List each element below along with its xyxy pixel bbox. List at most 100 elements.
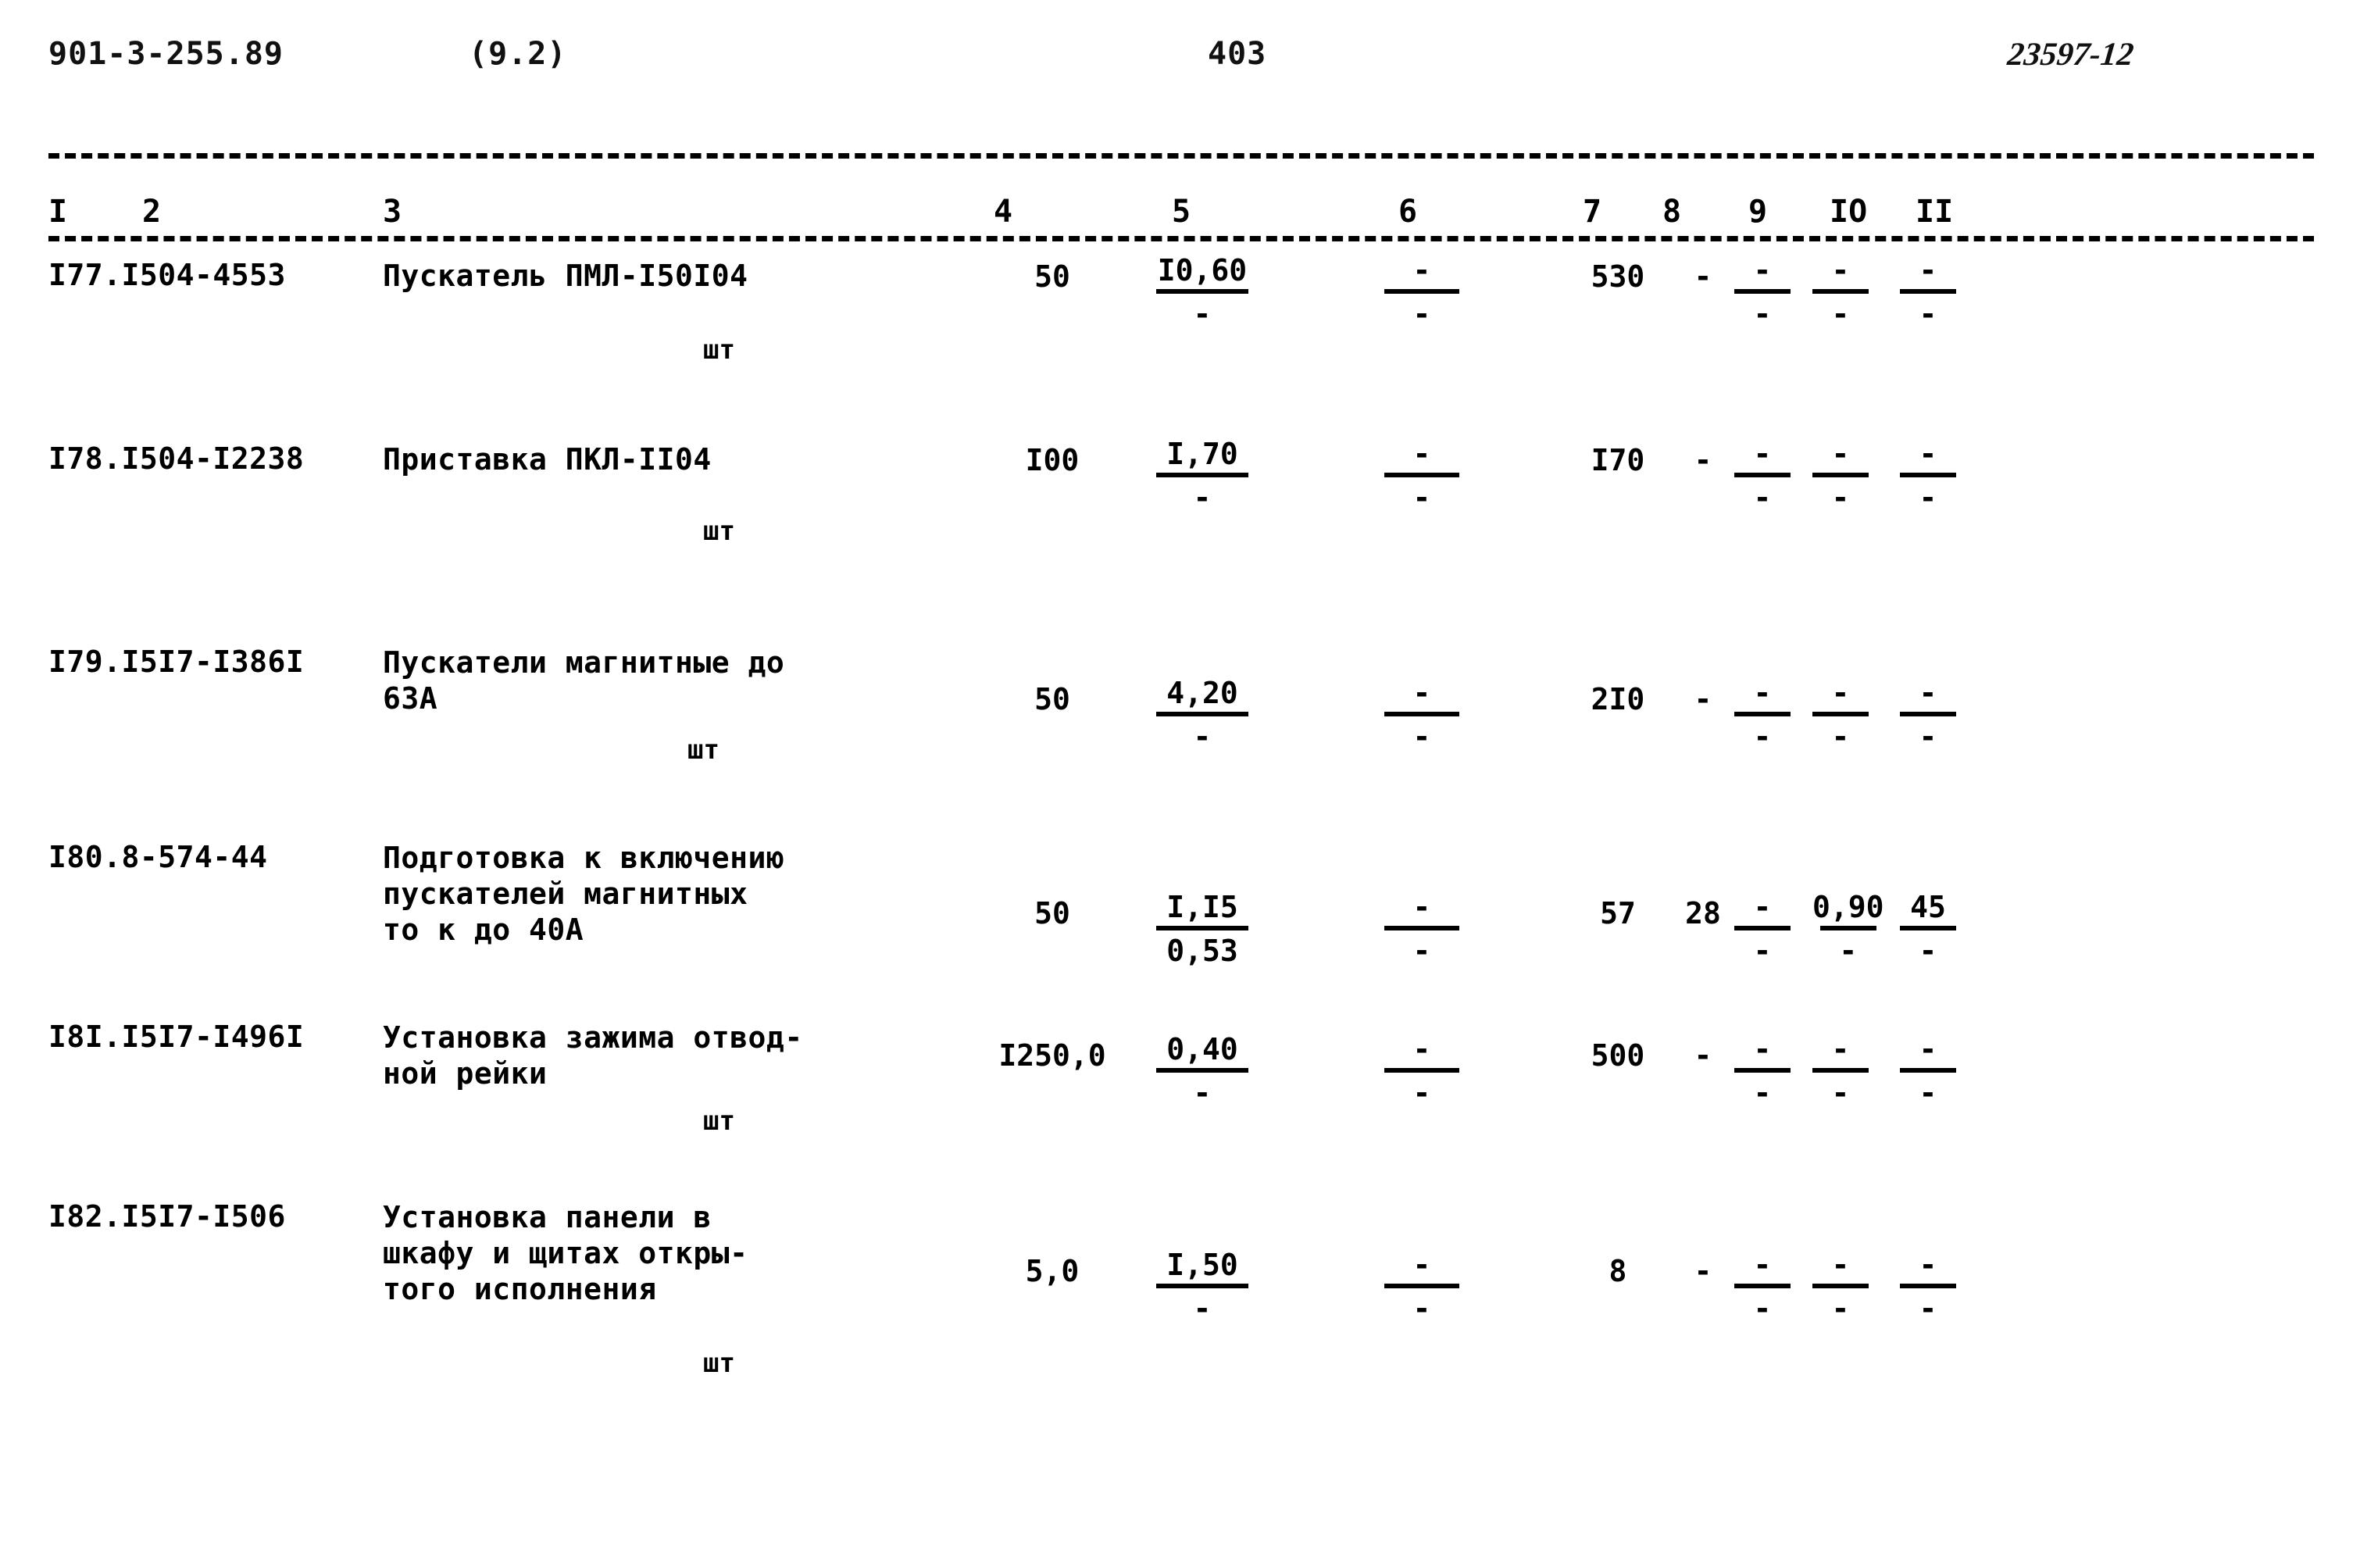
cell-col6-bar [1384, 1284, 1459, 1288]
cell-col4: 50 [1034, 259, 1070, 294]
table-row: I79.I5I7-I386I Пускатели магнитные до 63А… [0, 645, 2353, 840]
cell-col11-bar [1900, 473, 1956, 477]
column-header-8: 8 [1662, 194, 1682, 230]
cell-col5-denominator: 0,53 [1166, 934, 1238, 968]
cell-col10: -- [1812, 676, 1869, 754]
cell-col5-denominator: - [1193, 720, 1212, 754]
cell-col11-denominator: - [1919, 297, 1937, 331]
cell-col4: 5,0 [1025, 1254, 1080, 1288]
cell-col4: 50 [1034, 896, 1070, 930]
cell-col11-numerator: 45 [1910, 890, 1946, 924]
cell-col5: I0,60 - [1156, 253, 1248, 331]
row-name: Пускатели магнитные до 63А [383, 645, 785, 716]
cell-col5-numerator: I0,60 [1157, 253, 1248, 288]
cell-col6: -- [1384, 437, 1459, 515]
row-name: Установка панели в шкафу и щитах откры- … [383, 1200, 748, 1306]
cell-col9: -- [1734, 437, 1791, 515]
cell-col7: 530 [1591, 259, 1645, 294]
cell-col6-bar [1384, 926, 1459, 930]
cell-col4: I00 [1025, 443, 1080, 477]
cell-col9: -- [1734, 890, 1791, 968]
row-name: Пускатель ПМЛ-I50I04 [383, 259, 748, 293]
row-code: I80.8-574-44 [48, 840, 268, 874]
cell-col11-numerator: - [1919, 437, 1937, 471]
cell-col10-denominator: - [1831, 297, 1850, 331]
cell-col5-numerator: 0,40 [1166, 1032, 1238, 1066]
cell-col9-denominator: - [1753, 297, 1772, 331]
table-row: I8I.I5I7-I496I Установка зажима отвод- но… [0, 1020, 2353, 1199]
cell-col9-numerator: - [1753, 890, 1772, 924]
cell-col6-denominator: - [1412, 297, 1431, 331]
cell-col6-numerator: - [1412, 437, 1431, 471]
cell-col10: -- [1812, 253, 1869, 331]
cell-col10-bar [1812, 712, 1869, 716]
cell-col9-numerator: - [1753, 253, 1772, 288]
cell-col6-numerator: - [1412, 1032, 1431, 1066]
cell-col6: -- [1384, 253, 1459, 331]
column-header-2: 2 [142, 194, 162, 230]
cell-col9-numerator: - [1753, 1032, 1772, 1066]
cell-col11-bar [1900, 712, 1956, 716]
cell-col6-numerator: - [1412, 253, 1431, 288]
cell-col6-bar [1384, 473, 1459, 477]
cell-col10-denominator: - [1839, 934, 1858, 968]
cell-col9-denominator: - [1753, 480, 1772, 515]
cell-col9: -- [1734, 253, 1791, 331]
cell-col6-bar [1384, 712, 1459, 716]
cell-col10: -- [1812, 1248, 1869, 1326]
cell-col6-numerator: - [1412, 890, 1431, 924]
cell-col10-numerator: - [1831, 1248, 1850, 1282]
cell-col9-denominator: - [1753, 720, 1772, 754]
cell-col5-bar [1156, 473, 1248, 477]
row-unit: шт [703, 334, 735, 366]
cell-col6: -- [1384, 1248, 1459, 1326]
cell-col5-bar [1156, 712, 1248, 716]
cell-col6: -- [1384, 890, 1459, 968]
row-name: Подготовка к включению пускателей магнит… [383, 841, 785, 947]
cell-col11-numerator: - [1919, 676, 1937, 710]
cell-col7: 57 [1600, 896, 1636, 930]
cell-col5-numerator: I,70 [1166, 437, 1238, 471]
cell-col4: I250,0 [998, 1038, 1106, 1073]
cell-col5-numerator: I,I5 [1166, 890, 1238, 924]
cell-col11-denominator: - [1919, 1291, 1937, 1326]
row-code: I8I.I5I7-I496I [48, 1020, 305, 1054]
cell-col10-bar [1819, 926, 1876, 930]
cell-col7: 8 [1609, 1254, 1627, 1288]
table-row: I77.I504-4553 Пускатель ПМЛ-I50I04 шт 50 I0,… [0, 250, 2353, 430]
cell-col5-denominator: - [1193, 480, 1212, 515]
row-name: Приставка ПКЛ-II04 [383, 442, 712, 477]
cell-col5-bar [1156, 289, 1248, 294]
cell-col11: 45 - [1900, 890, 1956, 968]
cell-col6-bar [1384, 289, 1459, 294]
series-code: 901-3-255.89 [48, 36, 284, 72]
cell-col9-denominator: - [1753, 934, 1772, 968]
cell-col9-bar [1734, 1068, 1791, 1073]
cell-col11-bar [1900, 289, 1956, 294]
cell-col5-bar [1156, 1068, 1248, 1073]
cell-col10-numerator: - [1831, 676, 1850, 710]
cell-col5: 0,40 - [1156, 1032, 1248, 1110]
row-unit: шт [703, 1105, 735, 1137]
row-unit: шт [687, 734, 719, 766]
column-header-7: 7 [1583, 194, 1602, 230]
cell-col5-numerator: I,50 [1166, 1248, 1238, 1282]
table-header-rule [48, 236, 2314, 241]
row-code: I79.I5I7-I386I [48, 645, 305, 679]
cell-col5: I,50 - [1156, 1248, 1248, 1326]
table-row: I78.I504-I2238 Приставка ПКЛ-II04 шт I00 I,7… [0, 430, 2353, 645]
cell-col5-denominator: - [1193, 297, 1212, 331]
cell-col6-denominator: - [1412, 480, 1431, 515]
cell-col11: -- [1900, 1032, 1956, 1110]
cell-col11: -- [1900, 437, 1956, 515]
cell-col9-bar [1734, 289, 1791, 294]
row-code: I82.I5I7-I506 [48, 1199, 286, 1234]
cell-col11-denominator: - [1919, 934, 1937, 968]
cell-col4: 50 [1034, 682, 1070, 716]
cell-col10-denominator: - [1831, 1291, 1850, 1326]
cell-col10: 0,90 - [1812, 890, 1884, 968]
table-top-rule [48, 153, 2314, 159]
cell-col11-bar [1900, 926, 1956, 930]
cell-col11-bar [1900, 1284, 1956, 1288]
page-number: 403 [1208, 36, 1267, 72]
